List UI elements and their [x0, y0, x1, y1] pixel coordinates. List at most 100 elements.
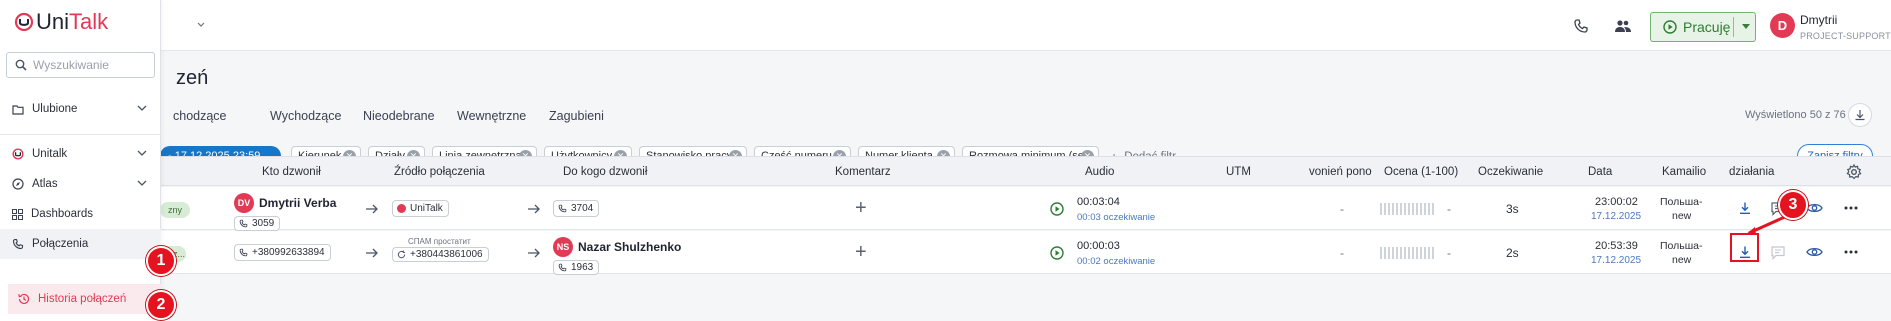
kamailio-value: Польша- [1660, 240, 1703, 252]
team-icon[interactable] [1611, 14, 1635, 38]
sidebar-item-label: Historia połączeń [38, 293, 127, 305]
sidebar-item-label: Połączenia [32, 238, 89, 250]
caller-extension[interactable]: 3059 [234, 216, 281, 231]
chevron-down-icon [137, 180, 147, 186]
sidebar: Uni Talk Ulubione Unitalk Atlas Dashboar… [0, 0, 161, 321]
column-header[interactable]: Źródło połączenia [394, 166, 485, 178]
unitalk-logo-icon [12, 148, 24, 160]
column-header[interactable]: Ocena (1-100) [1384, 166, 1458, 178]
play-icon[interactable] [1050, 246, 1064, 260]
sidebar-item-favorites[interactable]: Ulubione [0, 94, 161, 124]
work-status-button[interactable]: Pracuję [1650, 12, 1756, 42]
callee-name[interactable]: Nazar Shulzhenko [578, 240, 681, 254]
sidebar-item-label: Atlas [32, 178, 58, 190]
chevron-down-icon [137, 150, 147, 156]
column-header[interactable]: Oczekiwanie [1478, 166, 1543, 178]
call-date: 17.12.2025 [1591, 255, 1642, 266]
chevron-down-icon[interactable] [196, 19, 206, 29]
tab-internal[interactable]: Wewnętrzne [457, 109, 526, 123]
chevron-down-icon[interactable] [1742, 24, 1750, 30]
phone-icon [558, 204, 567, 213]
more-button[interactable] [1840, 197, 1862, 219]
eye-icon [1805, 203, 1823, 213]
unitalk-logo-icon [397, 204, 406, 213]
sidebar-item-call-history[interactable]: Historia połączeń [8, 284, 161, 314]
table-row[interactable]: dz... +380992633894 СПАМ простатит +3804… [0, 231, 1891, 275]
more-icon [1844, 250, 1858, 254]
kamailio-value: Польша- [1660, 196, 1703, 208]
sidebar-item-label: Dashboards [31, 208, 94, 220]
more-button[interactable] [1840, 241, 1862, 263]
callee-extension-value: 1963 [571, 262, 594, 273]
source-value: +380443861006 [410, 249, 483, 260]
sidebar-item-atlas[interactable]: Atlas [0, 169, 161, 199]
rating-value: - [1447, 202, 1451, 216]
export-button[interactable] [1848, 103, 1872, 127]
add-comment-button[interactable]: + [855, 241, 867, 264]
caller-number[interactable]: +380992633894 [234, 244, 331, 261]
user-avatar[interactable]: D [1770, 13, 1795, 38]
search-input[interactable] [33, 58, 151, 72]
column-header[interactable]: vonień pono [1309, 166, 1372, 178]
tab-lost[interactable]: Zagubieni [549, 109, 604, 123]
callee-extension[interactable]: 3704 [553, 200, 600, 217]
column-header[interactable]: Do kogo dzwonił [563, 166, 647, 178]
kamailio-value-2: new [1672, 210, 1692, 222]
comment-icon [1771, 245, 1785, 260]
comment-button[interactable] [1767, 241, 1789, 263]
play-icon[interactable] [1050, 202, 1064, 216]
source-pill[interactable]: UniTalk [392, 200, 449, 217]
compass-icon [12, 178, 24, 190]
avatar: DV [234, 193, 254, 213]
column-header[interactable]: Kamailio [1662, 166, 1706, 178]
rating-value: - [1447, 246, 1451, 260]
sidebar-item-dashboards[interactable]: Dashboards [0, 199, 161, 229]
column-header[interactable]: Audio [1085, 166, 1114, 178]
history-icon [18, 293, 30, 305]
user-name: Dmytrii [1800, 13, 1838, 27]
arrow-right-icon [366, 204, 378, 214]
source-pill[interactable]: +380443861006 [392, 247, 489, 262]
search-field[interactable] [6, 52, 155, 78]
tab-incoming[interactable]: chodzące [173, 109, 227, 123]
eye-icon [1805, 247, 1823, 257]
play-icon [1663, 20, 1677, 34]
records-count: Wyświetlono 50 z 76 [1745, 109, 1846, 121]
download-icon [1855, 110, 1865, 121]
page-title: zeń [176, 67, 209, 89]
brand-name-right: Talk [69, 9, 109, 34]
caller-extension-value: 3059 [252, 218, 275, 229]
sidebar-item-label: Ulubione [32, 103, 78, 115]
grid-icon [12, 208, 23, 220]
column-header[interactable]: Data [1588, 166, 1612, 178]
refresh-icon [397, 250, 406, 259]
column-header[interactable]: UTM [1226, 166, 1251, 178]
table-row[interactable]: zny DV Dmytrii Verba 3059 UniTalk 3704 +… [0, 187, 1891, 231]
annotation-marker: 3 [1778, 190, 1808, 220]
column-header[interactable]: Kto dzwonił [262, 166, 321, 178]
call-duration: 00:03:04 [1077, 196, 1120, 208]
add-comment-button[interactable]: + [855, 197, 867, 220]
arrow-right-icon [528, 204, 540, 214]
callee-extension[interactable]: 1963 [553, 260, 600, 275]
sidebar-item-calls[interactable]: Połączenia [0, 229, 161, 259]
tab-missed[interactable]: Nieodebrane [363, 109, 435, 123]
column-header: działania [1729, 166, 1775, 178]
call-time: 23:00:02 [1595, 196, 1638, 208]
rating-bar [1380, 247, 1434, 259]
wait-time: 00:03 oczekiwanie [1077, 212, 1156, 223]
table-header: Kto dzwonił Źródło połączenia Do kogo dz… [0, 156, 1891, 186]
sidebar-item-unitalk[interactable]: Unitalk [0, 139, 161, 169]
call-date: 17.12.2025 [1591, 211, 1642, 222]
arrow-right-icon [528, 248, 540, 258]
column-header[interactable]: Komentarz [835, 166, 891, 178]
caller-name[interactable]: Dmytrii Verba [259, 196, 336, 210]
tab-outgoing[interactable]: Wychodzące [270, 109, 341, 123]
status-badge: zny [160, 202, 190, 218]
chevron-down-icon [137, 105, 147, 111]
view-button[interactable] [1803, 241, 1825, 263]
settings-icon[interactable] [1846, 164, 1862, 180]
unitalk-logo[interactable]: Uni Talk [14, 9, 109, 34]
callee-extension-value: 3704 [571, 203, 594, 214]
phone-icon[interactable] [1569, 14, 1593, 38]
